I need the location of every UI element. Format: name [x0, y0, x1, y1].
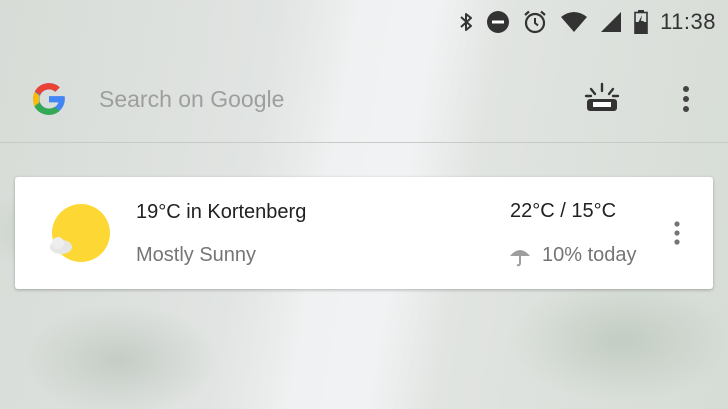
- umbrella-icon: [510, 250, 530, 267]
- cell-signal-icon: [600, 11, 622, 33]
- alarm-icon: [522, 9, 548, 35]
- night-light-icon[interactable]: [584, 80, 620, 116]
- do-not-disturb-icon: [486, 10, 510, 34]
- wifi-icon: [560, 11, 588, 33]
- weather-card[interactable]: 19°C in Kortenberg Mostly Sunny 22°C / 1…: [15, 177, 713, 289]
- overflow-menu-icon[interactable]: [676, 84, 696, 114]
- status-bar: 11:38: [0, 0, 728, 44]
- google-g-logo[interactable]: [29, 79, 69, 119]
- search-bar[interactable]: Search on Google: [0, 60, 728, 142]
- precipitation-chance: 10% today: [542, 244, 637, 266]
- status-time: 11:38: [660, 9, 716, 34]
- mostly-sunny-icon: [50, 204, 110, 262]
- divider: [0, 142, 728, 143]
- card-overflow-menu-icon[interactable]: [667, 219, 687, 249]
- battery-charging-icon: [634, 10, 648, 34]
- temperature-range: 22°C / 15°C: [510, 200, 617, 222]
- search-input[interactable]: Search on Google: [99, 86, 284, 113]
- bluetooth-icon: [458, 11, 474, 33]
- weather-location-temp: 19°C in Kortenberg: [136, 201, 307, 223]
- weather-condition: Mostly Sunny: [136, 244, 257, 266]
